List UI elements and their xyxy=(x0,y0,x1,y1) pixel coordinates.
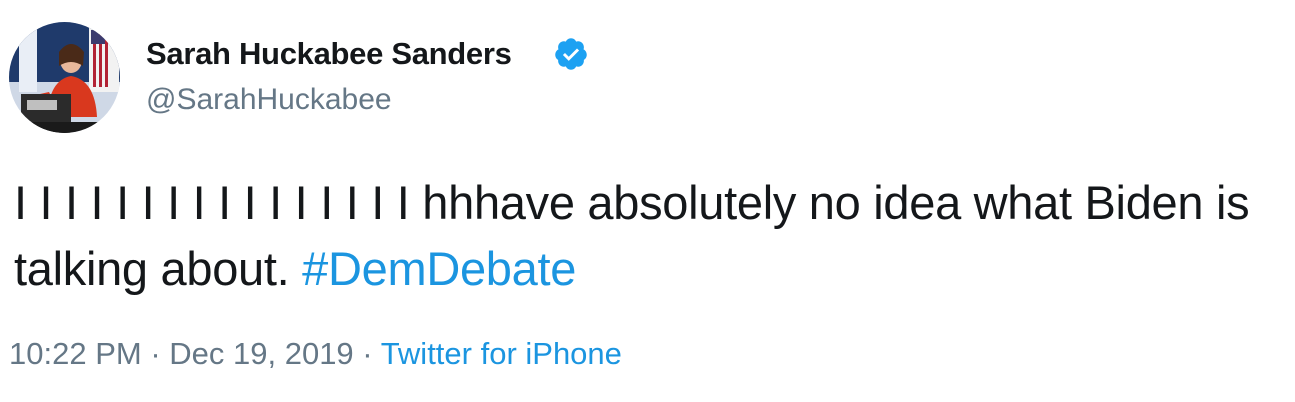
tweet-card: Sarah Huckabee Sanders @SarahHuckabee I … xyxy=(0,0,1295,402)
tweet-date[interactable]: Dec 19, 2019 xyxy=(169,336,353,371)
tweet-source-link[interactable]: Twitter for iPhone xyxy=(381,336,622,371)
author-avatar[interactable] xyxy=(9,22,120,133)
tweet-body: I I I I I I I I I I I I I I I I hhhave a… xyxy=(14,170,1294,302)
author-handle[interactable]: @SarahHuckabee xyxy=(146,83,392,117)
meta-separator: · xyxy=(353,336,381,371)
tweet-text: I I I I I I I I I I I I I I I I hhhave a… xyxy=(14,176,1250,295)
tweet-metadata: 10:22 PM · Dec 19, 2019 · Twitter for iP… xyxy=(9,336,622,372)
hashtag-link[interactable]: #DemDebate xyxy=(302,242,576,295)
verified-badge-icon xyxy=(555,38,587,70)
meta-separator: · xyxy=(141,336,170,371)
author-display-name[interactable]: Sarah Huckabee Sanders xyxy=(146,36,512,72)
profile-photo xyxy=(9,22,120,133)
tweet-time[interactable]: 10:22 PM xyxy=(9,336,142,371)
